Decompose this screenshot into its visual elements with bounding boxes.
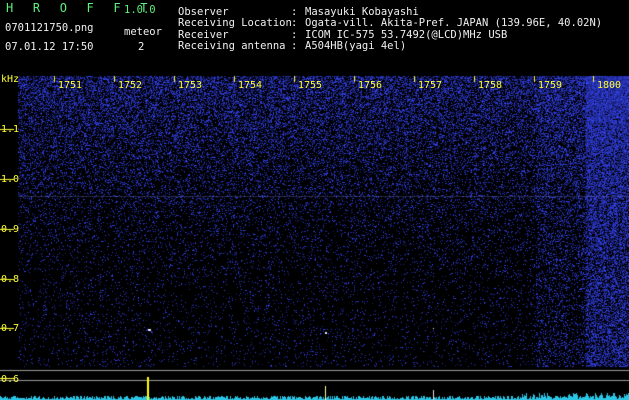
y-label: 0.6 xyxy=(1,374,20,385)
file-name: 0701121750.png xyxy=(5,22,94,34)
time-tick-label: 1759 xyxy=(538,80,563,91)
info-sep-antenna: : xyxy=(291,40,298,52)
axis-unit-label: kHz xyxy=(1,74,20,85)
time-tick-label: 1758 xyxy=(478,80,503,91)
info-value-antenna: A504HB(yagi 4el) xyxy=(305,40,407,52)
time-tick-label: 1755 xyxy=(298,80,323,91)
time-tick-label: 1757 xyxy=(418,80,443,91)
info-value-location: Ogata-vill. Akita-Pref. JAPAN (139.96E, … xyxy=(305,17,603,29)
app-version: 1.0.0 xyxy=(124,4,156,16)
info-sep-location: : xyxy=(291,17,298,29)
y-label: 1.1 xyxy=(1,124,20,135)
info-key-antenna: Receiving antenna xyxy=(178,40,286,52)
info-key-location: Receiving Location xyxy=(178,17,292,29)
time-tick-label: 1753 xyxy=(178,80,203,91)
y-label: 1.0 xyxy=(1,174,20,185)
time-tick-label: 1754 xyxy=(238,80,263,91)
spectrogram xyxy=(0,72,629,400)
time-tick-label: 1752 xyxy=(118,80,143,91)
y-label: 0.8 xyxy=(1,274,20,285)
meteor-count: 2 xyxy=(138,41,145,53)
header-panel: H R O F F T 1.0.0 0701121750.png 07.01.1… xyxy=(0,0,629,72)
meteor-label: meteor xyxy=(124,26,162,38)
time-tick-label: 1800 xyxy=(597,80,622,91)
file-datetime: 07.01.12 17:50 xyxy=(5,41,94,53)
y-label: 0.9 xyxy=(1,224,20,235)
time-tick-label: 1756 xyxy=(358,80,383,91)
y-label: 0.7 xyxy=(1,323,20,334)
time-tick-label: 1751 xyxy=(58,80,83,91)
